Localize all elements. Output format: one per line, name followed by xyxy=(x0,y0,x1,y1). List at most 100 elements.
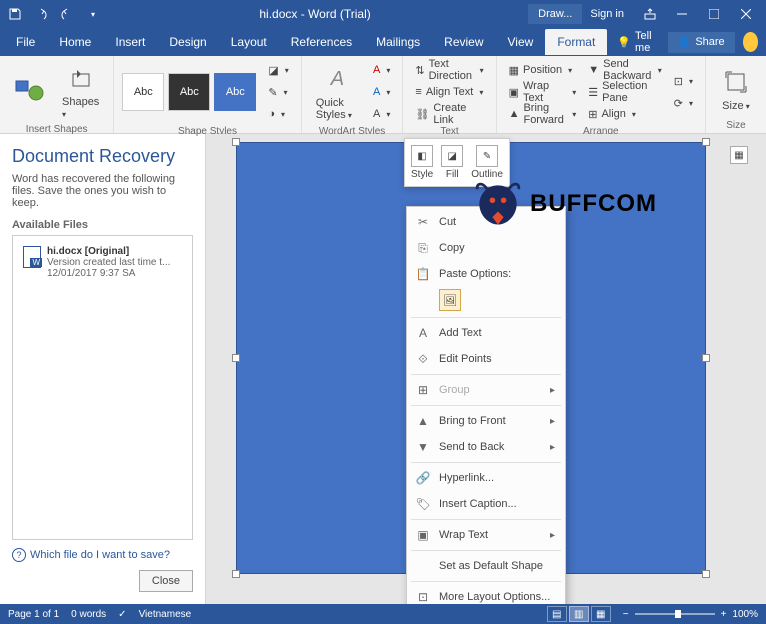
ribbon-options-icon[interactable] xyxy=(636,0,664,28)
tab-review[interactable]: Review xyxy=(432,29,495,55)
save-icon[interactable] xyxy=(6,5,24,23)
tab-format[interactable]: Format xyxy=(545,29,607,55)
status-words[interactable]: 0 words xyxy=(71,609,106,620)
mini-outline-button[interactable]: ✎Outline xyxy=(471,145,503,180)
redo-icon[interactable] xyxy=(58,5,76,23)
status-page[interactable]: Page 1 of 1 xyxy=(8,609,59,620)
shape-style-1[interactable]: Abc xyxy=(122,73,164,111)
menu-send-to-back[interactable]: ▼Send to Back xyxy=(407,434,565,460)
copy-icon: ⎘ xyxy=(415,240,431,256)
maximize-button[interactable] xyxy=(700,0,728,28)
group-text: ⇅Text Direction ≡Align Text ⛓Create Link… xyxy=(403,56,496,133)
document-canvas[interactable]: ▦ ◧Style ◪Fill ✎Outline BUFFCOM xyxy=(206,134,766,604)
quick-styles-button[interactable]: A Quick Styles xyxy=(310,61,365,123)
send-backward-icon: ▼ xyxy=(588,64,599,76)
selection-pane-button[interactable]: ☰Selection Pane xyxy=(584,82,666,102)
wrap-text-button[interactable]: ▣Wrap Text xyxy=(505,82,581,102)
recovery-close-button[interactable]: Close xyxy=(139,570,193,592)
undo-icon[interactable] xyxy=(32,5,50,23)
menu-set-default-shape[interactable]: Set as Default Shape xyxy=(407,553,565,579)
text-fill-button[interactable]: A xyxy=(369,60,394,80)
shape-outline-button[interactable]: ✎ xyxy=(264,82,292,102)
menu-hyperlink[interactable]: 🔗Hyperlink... xyxy=(407,465,565,491)
size-button[interactable]: Size xyxy=(714,64,758,114)
menu-edit-points[interactable]: ⟐Edit Points xyxy=(407,346,565,372)
ruler-toggle-button[interactable]: ▦ xyxy=(730,146,748,164)
tab-mailings[interactable]: Mailings xyxy=(364,29,432,55)
text-effects-button[interactable]: A xyxy=(369,104,394,124)
shape-fill-button[interactable]: ◪ xyxy=(264,60,292,80)
sign-in-link[interactable]: Sign in xyxy=(590,8,624,20)
menu-insert-caption[interactable]: 🏷Insert Caption... xyxy=(407,491,565,517)
resize-handle[interactable] xyxy=(702,354,710,362)
question-icon: ? xyxy=(12,548,26,562)
rotate-button[interactable]: ⟳ xyxy=(670,93,697,113)
recovery-file-name: hi.docx [Original] xyxy=(47,246,170,257)
quick-access-toolbar: ▾ xyxy=(6,5,102,23)
align-text-button[interactable]: ≡Align Text xyxy=(411,82,487,102)
menu-add-text[interactable]: AAdd Text xyxy=(407,320,565,346)
edit-points-icon: ⟐ xyxy=(415,351,431,367)
resize-handle[interactable] xyxy=(232,570,240,578)
mini-fill-button[interactable]: ◪Fill xyxy=(441,145,463,180)
menu-bring-to-front[interactable]: ▲Bring to Front xyxy=(407,408,565,434)
close-button[interactable] xyxy=(732,0,760,28)
recovery-help-link[interactable]: ? Which file do I want to save? xyxy=(12,548,193,562)
tab-home[interactable]: Home xyxy=(47,29,103,55)
shapes-button[interactable]: Shapes xyxy=(56,60,105,122)
person-icon: 👤 xyxy=(678,36,692,49)
tab-insert[interactable]: Insert xyxy=(103,29,157,55)
tab-design[interactable]: Design xyxy=(157,29,218,55)
text-outline-button[interactable]: A xyxy=(369,82,394,102)
shape-style-2[interactable]: Abc xyxy=(168,73,210,111)
align-icon: ⊞ xyxy=(588,108,597,121)
status-proofing-icon[interactable]: ✓ xyxy=(118,609,126,620)
resize-handle[interactable] xyxy=(702,138,710,146)
recovery-file-list: hi.docx [Original] Version created last … xyxy=(12,235,193,540)
view-read-mode[interactable]: ▤ xyxy=(547,606,567,622)
shapes-gallery[interactable] xyxy=(8,73,52,109)
status-language[interactable]: Vietnamese xyxy=(139,609,192,620)
tab-references[interactable]: References xyxy=(279,29,364,55)
group-button[interactable]: ⊡ xyxy=(670,71,697,91)
menu-cut[interactable]: ✂Cut xyxy=(407,209,565,235)
text-direction-button[interactable]: ⇅Text Direction xyxy=(411,60,487,80)
app-title: hi.docx - Word (Trial) xyxy=(102,7,528,21)
resize-handle[interactable] xyxy=(702,570,710,578)
position-button[interactable]: ▦Position xyxy=(505,60,581,80)
user-avatar[interactable] xyxy=(743,32,758,52)
mini-style-button[interactable]: ◧Style xyxy=(411,145,433,180)
menu-copy[interactable]: ⎘Copy xyxy=(407,235,565,261)
create-link-button[interactable]: ⛓Create Link xyxy=(411,104,487,124)
bring-forward-button[interactable]: ▲Bring Forward xyxy=(505,104,581,124)
share-button[interactable]: 👤Share xyxy=(668,32,735,53)
shape-style-3[interactable]: Abc xyxy=(214,73,256,111)
contextual-tools-label[interactable]: Draw... xyxy=(528,4,582,24)
shape-effects-button[interactable]: ◑ xyxy=(264,104,292,124)
zoom-slider[interactable] xyxy=(635,613,715,615)
zoom-controls: − + 100% xyxy=(623,609,758,620)
menu-more-layout-options[interactable]: ⊡More Layout Options... xyxy=(407,584,565,604)
align-button[interactable]: ⊞Align xyxy=(584,104,666,124)
pencil-icon: ✎ xyxy=(268,86,277,99)
paste-option-picture[interactable]: 🖼 xyxy=(439,289,461,311)
resize-handle[interactable] xyxy=(232,138,240,146)
tab-file[interactable]: File xyxy=(4,29,47,55)
zoom-in-button[interactable]: + xyxy=(721,609,727,620)
tell-me-input[interactable]: 💡Tell me xyxy=(607,30,667,54)
send-backward-button[interactable]: ▼Send Backward xyxy=(584,60,666,80)
cut-icon: ✂ xyxy=(415,214,431,230)
tab-view[interactable]: View xyxy=(496,29,546,55)
tab-layout[interactable]: Layout xyxy=(219,29,279,55)
recovery-file-item[interactable]: hi.docx [Original] Version created last … xyxy=(19,242,186,283)
minimize-button[interactable] xyxy=(668,0,696,28)
document-recovery-panel: Document Recovery Word has recovered the… xyxy=(0,134,206,604)
zoom-level[interactable]: 100% xyxy=(732,609,758,620)
resize-handle[interactable] xyxy=(232,354,240,362)
zoom-out-button[interactable]: − xyxy=(623,609,629,620)
group-shape-styles: Abc Abc Abc ◪ ✎ ◑ Shape Styles xyxy=(114,56,301,133)
qat-dropdown-icon[interactable]: ▾ xyxy=(84,5,102,23)
menu-wrap-text[interactable]: ▣Wrap Text xyxy=(407,522,565,548)
view-web-layout[interactable]: ▦ xyxy=(591,606,611,622)
view-print-layout[interactable]: ▥ xyxy=(569,606,589,622)
